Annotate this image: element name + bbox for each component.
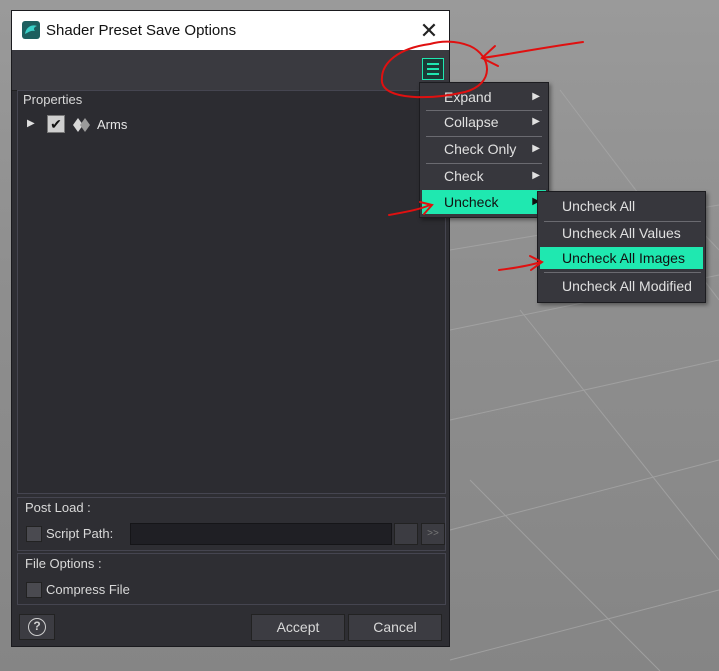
close-icon: ✕ (419, 17, 439, 43)
cancel-button[interactable]: Cancel (348, 614, 442, 641)
submenu-arrow-icon: ▶ (532, 91, 540, 102)
submenu-item-uncheck-all-values[interactable]: Uncheck All Values (540, 222, 703, 244)
shader-preset-save-options-dialog: Shader Preset Save Options ✕ Properties … (11, 10, 450, 647)
close-button[interactable]: ✕ (409, 11, 449, 50)
menu-separator (426, 136, 542, 137)
options-menu-button[interactable] (422, 58, 444, 80)
menu-separator (426, 163, 542, 164)
post-load-title: Post Load : (25, 500, 91, 515)
menu-item-label: Collapse (444, 114, 499, 130)
menu-line-icon (427, 63, 439, 65)
arms-checkbox[interactable]: ✔ (47, 115, 65, 133)
help-icon: ? (28, 618, 46, 636)
properties-panel: Properties ▶ ✔ Arms (17, 90, 446, 494)
title-bar[interactable]: Shader Preset Save Options ✕ (12, 11, 449, 50)
menu-item-check-only[interactable]: Check Only ▶ (422, 138, 546, 160)
menu-separator (544, 272, 701, 273)
menu-line-icon (427, 68, 439, 70)
expand-arrow-icon[interactable]: ▶ (27, 118, 35, 129)
script-path-label: Script Path: (46, 526, 114, 541)
compress-file-checkbox[interactable] (26, 582, 42, 598)
submenu-item-uncheck-all[interactable]: Uncheck All (540, 195, 703, 217)
daz-dragon-icon (22, 21, 40, 39)
menu-item-label: Check Only (444, 141, 517, 157)
compress-file-label: Compress File (46, 582, 130, 597)
submenu-arrow-icon: ▶ (532, 116, 540, 127)
accept-button[interactable]: Accept (251, 614, 345, 641)
menu-item-uncheck[interactable]: Uncheck▶ (422, 190, 546, 214)
menu-item-label: Expand (444, 89, 492, 105)
menu-item-expand[interactable]: Expand ▶ (422, 86, 546, 108)
toolbar (12, 50, 449, 91)
tree-row-arms[interactable]: ▶ ✔ Arms (18, 115, 445, 135)
menu-item-check[interactable]: Check ▶ (422, 165, 546, 187)
submenu-item-uncheck-all-images[interactable]: Uncheck All Images (540, 247, 703, 269)
window-title: Shader Preset Save Options (46, 22, 237, 39)
script-path-checkbox[interactable] (26, 526, 42, 542)
script-more-button[interactable]: >> (421, 523, 445, 545)
menu-line-icon (427, 73, 439, 75)
properties-header: Properties (23, 92, 83, 107)
tree-item-label: Arms (97, 117, 128, 132)
material-icon (72, 117, 92, 133)
post-load-group: Post Load : Script Path: >> (17, 497, 446, 551)
file-options-group: File Options : Compress File (17, 553, 446, 605)
submenu-arrow-icon: ▶ (532, 143, 540, 154)
submenu-item-uncheck-all-modified[interactable]: Uncheck All Modified (540, 275, 703, 297)
options-context-menu: Expand ▶ Collapse ▶ Check Only ▶ Check ▶ Unc… (419, 82, 549, 218)
menu-item-label: Check (444, 168, 484, 184)
file-options-title: File Options : (25, 556, 102, 571)
help-button[interactable]: ? (19, 614, 55, 640)
menu-item-label: Uncheck (444, 194, 499, 210)
script-path-input[interactable] (130, 523, 392, 545)
uncheck-submenu: Uncheck All Uncheck All Values Uncheck A… (537, 191, 706, 303)
menu-item-collapse[interactable]: Collapse ▶ (422, 111, 546, 133)
script-browse-button[interactable] (394, 523, 418, 545)
submenu-arrow-icon: ▶ (532, 170, 540, 181)
